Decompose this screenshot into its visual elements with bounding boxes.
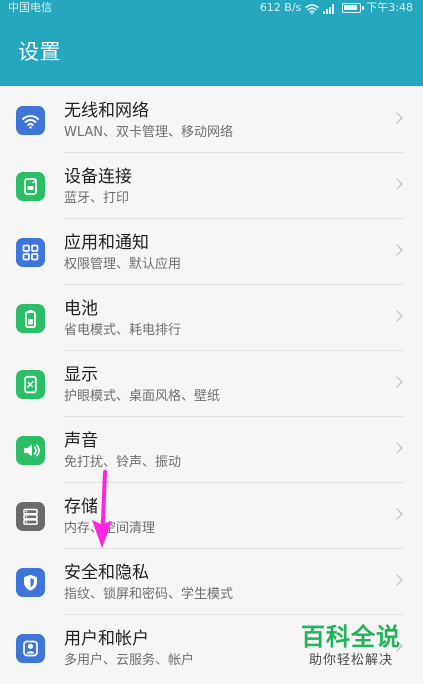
chevron-right-icon <box>391 178 403 190</box>
settings-item-sound[interactable]: 声音 免打扰、铃声、振动 <box>0 417 423 483</box>
settings-item-display[interactable]: 显示 护眼模式、桌面风格、壁纸 <box>0 351 423 417</box>
settings-item-wireless-network[interactable]: 无线和网络 WLAN、双卡管理、移动网络 <box>0 87 423 153</box>
settings-item-subtitle: 蓝牙、打印 <box>64 191 130 206</box>
network-speed: 612 B/s <box>259 1 302 14</box>
settings-item-title: 用户和帐户 <box>64 629 149 649</box>
settings-item-title: 显示 <box>64 365 98 385</box>
settings-item-subtitle: 内存、空间清理 <box>64 521 156 536</box>
device-connect-icon <box>16 172 45 201</box>
sound-icon <box>16 436 45 465</box>
chevron-right-icon <box>391 442 403 454</box>
settings-item-subtitle: 多用户、云服务、帐户 <box>64 653 195 668</box>
chevron-right-icon <box>391 508 403 520</box>
users-icon <box>16 634 45 663</box>
settings-item-apps-notifications[interactable]: 应用和通知 权限管理、默认应用 <box>0 219 423 285</box>
settings-item-title: 设备连接 <box>64 167 132 187</box>
wifi-icon <box>16 106 45 135</box>
settings-item-title: 应用和通知 <box>64 233 149 253</box>
app-header: 中国电信 612 B/s 下午3:48 设置 <box>0 0 423 86</box>
settings-list: 无线和网络 WLAN、双卡管理、移动网络 设备连接 蓝牙、打印 应用和通知 权限… <box>0 87 423 684</box>
chevron-right-icon <box>391 376 403 388</box>
settings-item-title: 声音 <box>64 431 98 451</box>
settings-item-storage[interactable]: 存储 内存、空间清理 <box>0 483 423 549</box>
status-time: 下午3:48 <box>366 1 413 14</box>
settings-item-subtitle: WLAN、双卡管理、移动网络 <box>64 125 234 140</box>
settings-item-title: 无线和网络 <box>64 101 149 121</box>
settings-item-title: 电池 <box>64 299 98 319</box>
chevron-right-icon <box>391 310 403 322</box>
storage-icon <box>16 502 45 531</box>
settings-item-subtitle: 免打扰、铃声、振动 <box>64 455 182 470</box>
watermark: 百科全说 助你轻松解决 <box>293 622 409 676</box>
settings-item-subtitle: 省电模式、耗电排行 <box>64 323 182 338</box>
settings-item-title: 存储 <box>64 497 98 517</box>
status-indicators: 612 B/s 下午3:48 <box>260 0 413 16</box>
wifi-status-icon <box>305 3 320 15</box>
apps-icon <box>16 238 45 267</box>
watermark-tagline: 助你轻松解决 <box>308 653 393 668</box>
settings-item-device-connection[interactable]: 设备连接 蓝牙、打印 <box>0 153 423 219</box>
settings-item-subtitle: 指纹、锁屏和密码、学生模式 <box>64 587 234 602</box>
chevron-right-icon <box>391 574 403 586</box>
cellular-signal-icon <box>323 3 337 14</box>
status-bar: 中国电信 612 B/s 下午3:48 <box>0 0 423 18</box>
settings-item-security-privacy[interactable]: 安全和隐私 指纹、锁屏和密码、学生模式 <box>0 549 423 615</box>
chevron-right-icon <box>391 244 403 256</box>
battery-status-icon <box>342 3 365 13</box>
battery-level-fill <box>344 5 358 10</box>
watermark-logo: 百科全说 <box>301 623 401 651</box>
display-icon <box>16 370 45 399</box>
chevron-right-icon <box>391 112 403 124</box>
battery-icon <box>16 304 45 333</box>
settings-item-title: 安全和隐私 <box>64 563 149 583</box>
page-title: 设置 <box>18 40 61 64</box>
settings-item-subtitle: 护眼模式、桌面风格、壁纸 <box>64 389 221 404</box>
settings-item-battery[interactable]: 电池 省电模式、耗电排行 <box>0 285 423 351</box>
settings-item-subtitle: 权限管理、默认应用 <box>64 257 182 272</box>
carrier-name: 中国电信 <box>8 1 52 14</box>
security-icon <box>16 568 45 597</box>
